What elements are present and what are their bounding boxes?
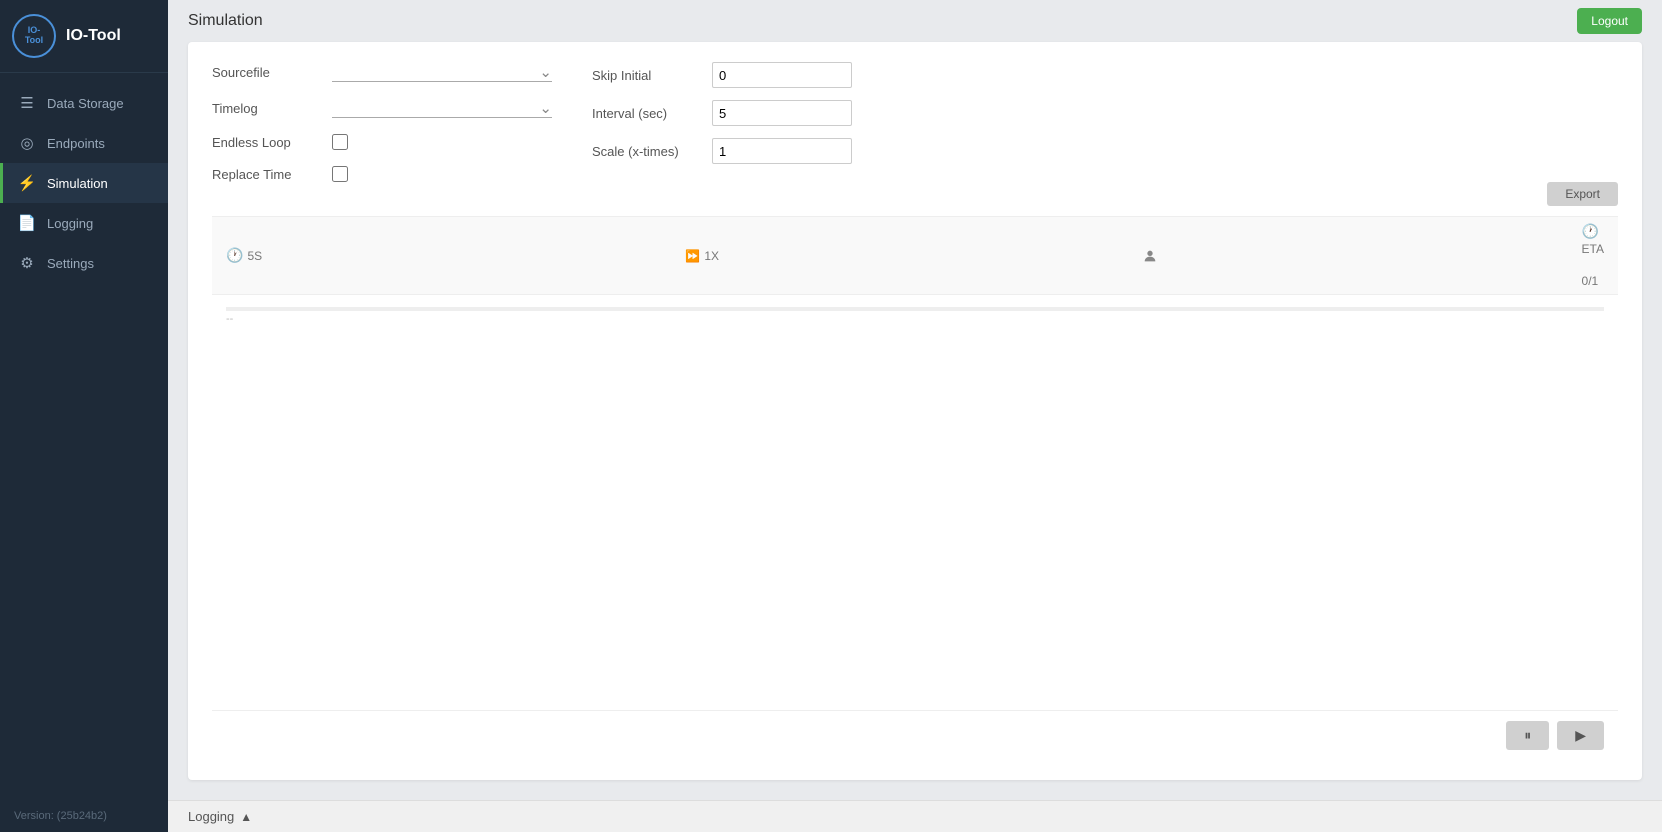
- logging-icon: 📄: [17, 213, 37, 233]
- replace-time-checkbox[interactable]: [332, 166, 348, 182]
- eta-status: 🕐 ETA 0/1: [1582, 223, 1604, 288]
- endless-loop-row: Endless Loop: [212, 134, 552, 150]
- card-body: Sourcefile ⌄ Timelog ⌄: [188, 42, 1642, 780]
- skip-initial-spinner: ▲ ▼: [712, 62, 852, 88]
- sidebar-nav: ☰ Data Storage ◎ Endpoints ⚡ Simulation …: [0, 73, 168, 800]
- simulation-icon: ⚡: [17, 173, 37, 193]
- replace-time-label: Replace Time: [212, 167, 322, 182]
- eta-label: ETA: [1582, 242, 1604, 256]
- sidebar-item-simulation[interactable]: ⚡ Simulation: [0, 163, 168, 203]
- user-icon: [1142, 248, 1158, 264]
- scale-label: Scale (x-times): [592, 144, 702, 159]
- interval-input[interactable]: [713, 103, 852, 124]
- timelog-input[interactable]: [332, 98, 535, 117]
- logging-bar-label: Logging: [188, 809, 234, 824]
- skip-initial-input[interactable]: [713, 65, 852, 86]
- sourcefile-row: Sourcefile ⌄: [212, 62, 552, 82]
- replace-time-row: Replace Time: [212, 166, 552, 182]
- scale-input[interactable]: [713, 141, 852, 162]
- logout-button[interactable]: Logout: [1577, 8, 1642, 34]
- timelog-row: Timelog ⌄: [212, 98, 552, 118]
- sidebar-item-label-simulation: Simulation: [47, 176, 108, 191]
- sourcefile-input[interactable]: [332, 62, 535, 81]
- timer-icon: 🕐: [226, 247, 243, 264]
- interval-row: Interval (sec) ▲ ▼: [592, 100, 852, 126]
- sidebar-item-endpoints[interactable]: ◎ Endpoints: [0, 123, 168, 163]
- page-title: Simulation: [188, 12, 263, 30]
- sidebar-logo: IO-Tool IO-Tool: [0, 0, 168, 73]
- sidebar-item-data-storage[interactable]: ☰ Data Storage: [0, 83, 168, 123]
- counter-label: 0/1: [1582, 274, 1599, 288]
- sidebar-item-label-logging: Logging: [47, 216, 93, 231]
- endpoints-icon: ◎: [17, 133, 37, 153]
- export-button[interactable]: Export: [1547, 182, 1618, 206]
- pause-button[interactable]: ⏸: [1506, 721, 1549, 750]
- user-status: [1142, 248, 1158, 264]
- form-left: Sourcefile ⌄ Timelog ⌄: [212, 62, 552, 182]
- play-button[interactable]: ▶: [1557, 721, 1604, 750]
- timer-status: 🕐 5S: [226, 247, 262, 264]
- interval-label: Interval (sec): [592, 106, 702, 121]
- timelog-open-icon[interactable]: ⌄: [539, 99, 552, 117]
- bottom-controls: ⏸ ▶: [212, 710, 1618, 760]
- sidebar-item-settings[interactable]: ⚙ Settings: [0, 243, 168, 283]
- scale-spinner: ▲ ▼: [712, 138, 852, 164]
- form-grid: Sourcefile ⌄ Timelog ⌄: [212, 62, 1618, 182]
- timelog-label: Timelog: [212, 101, 322, 116]
- logging-chevron-icon: ▲: [240, 810, 252, 824]
- app-name: IO-Tool: [66, 27, 121, 45]
- scale-row: Scale (x-times) ▲ ▼: [592, 138, 852, 164]
- timer-label: 5S: [247, 249, 262, 263]
- sourcefile-input-wrap: ⌄: [332, 62, 552, 82]
- data-storage-icon: ☰: [17, 93, 37, 113]
- sidebar-item-label-data-storage: Data Storage: [47, 96, 124, 111]
- eta-clock-icon: 🕐: [1582, 223, 1599, 240]
- sidebar-item-label-endpoints: Endpoints: [47, 136, 105, 151]
- form-right: Skip Initial ▲ ▼ Interval (sec): [592, 62, 852, 182]
- status-bar: 🕐 5S ⏩ 1X 🕐 ETA 0/1: [212, 216, 1618, 295]
- app-version: Version: (25b24b2): [0, 800, 168, 832]
- speed-status: ⏩ 1X: [685, 249, 719, 263]
- speed-label: 1X: [704, 249, 719, 263]
- log-line1: --: [226, 313, 1604, 325]
- skip-initial-label: Skip Initial: [592, 68, 702, 83]
- export-wrap: Export: [212, 182, 1618, 206]
- log-area: --: [212, 295, 1618, 710]
- file-open-icon[interactable]: ⌄: [539, 63, 552, 81]
- sourcefile-label: Sourcefile: [212, 65, 322, 80]
- interval-spinner: ▲ ▼: [712, 100, 852, 126]
- logging-bar[interactable]: Logging ▲: [168, 800, 1662, 832]
- skip-initial-row: Skip Initial ▲ ▼: [592, 62, 852, 88]
- speed-icon: ⏩: [685, 249, 700, 263]
- settings-icon: ⚙: [17, 253, 37, 273]
- app-logo-icon: IO-Tool: [12, 14, 56, 58]
- timelog-input-wrap: ⌄: [332, 98, 552, 118]
- endless-loop-label: Endless Loop: [212, 135, 322, 150]
- sidebar-item-logging[interactable]: 📄 Logging: [0, 203, 168, 243]
- main-content: Simulation Logout Sourcefile ⌄: [168, 0, 1662, 832]
- sidebar-item-label-settings: Settings: [47, 256, 94, 271]
- topbar: Simulation Logout: [168, 0, 1662, 42]
- simulation-card: Sourcefile ⌄ Timelog ⌄: [188, 42, 1642, 780]
- endless-loop-checkbox[interactable]: [332, 134, 348, 150]
- sidebar: IO-Tool IO-Tool ☰ Data Storage ◎ Endpoin…: [0, 0, 168, 832]
- progress-bar-wrap: [226, 307, 1604, 311]
